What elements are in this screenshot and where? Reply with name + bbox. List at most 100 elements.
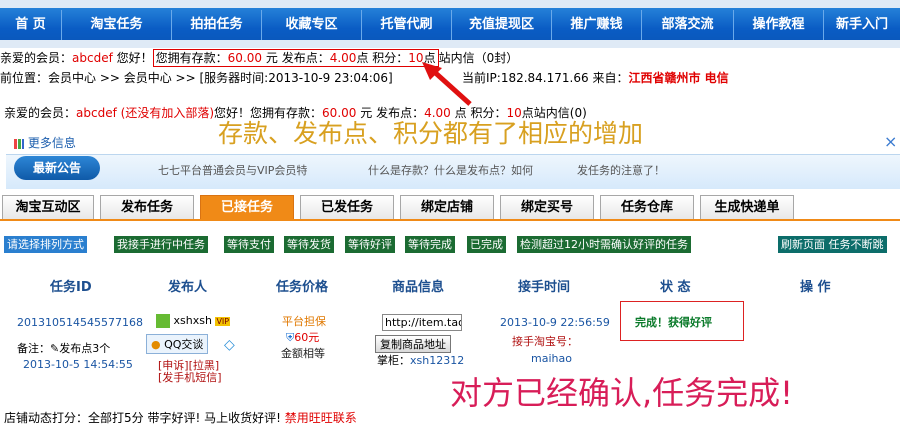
deposit-label: 您拥有存款： [155,51,228,65]
qq-icon: ● [151,338,161,351]
username[interactable]: abcdef [72,51,113,65]
task-time: 2013-10-5 14:54:55 [23,358,133,371]
header-product: 商品信息 [392,280,445,295]
tab-bind-buyer[interactable]: 绑定买号 [500,195,594,219]
nav-item-newbie[interactable]: 新手入门 [824,10,900,40]
nav-item-tribe[interactable]: 部落交流 [642,10,734,40]
deposit-unit: 元 [265,51,278,65]
nav-item-taobao-tasks[interactable]: 淘宝任务 [62,10,172,40]
annotation-bottom: 对方已经确认,任务完成! [450,374,794,412]
buyer-label: 接手淘宝号： [512,335,578,348]
member-prefix: 亲爱的会员： [0,51,73,65]
ip-info: 当前IP:182.84.171.66 来自：江西省赣州市 电信 [462,69,729,86]
nav-item-paipai-tasks[interactable]: 拍拍任务 [172,10,262,40]
top-navigation: 首 页 淘宝任务 拍拍任务 收藏专区 托管代刷 充值提现区 推广赚钱 部落交流 … [0,0,900,48]
shop-rating-note: 店铺动态打分：全部打5分 带字好评! 马上收货好评! 禁用旺旺联系 [4,409,357,426]
nav-item-recharge[interactable]: 充值提现区 [452,10,552,40]
sms-link[interactable]: [发手机短信] [158,369,222,385]
points-unit: 点 [356,51,369,65]
task-status: 完成！获得好评 [635,316,712,329]
close-icon[interactable]: × [884,132,897,151]
nav-item-hosting[interactable]: 托管代刷 [362,10,452,40]
publisher: xshxsh VIP [156,314,231,328]
price-value: 60元 [294,331,320,344]
note-label: 备注： [17,342,50,355]
header-accept-time: 接手时间 [518,280,571,295]
copy-url-button[interactable]: 复制商品地址 [375,335,451,353]
shield-icon: ⛨ [286,331,295,344]
refresh-button[interactable]: 刷新页面 任务不断跳 [778,236,887,253]
amount-note: 金额相等 [281,347,325,360]
task-note: 备注：✎发布点3个 [17,340,110,356]
header-status: 状 态 [660,280,691,295]
header-price: 任务价格 [276,280,329,295]
vip-badge: VIP [215,317,231,326]
header-actions: 操 作 [800,280,831,295]
header-task-id: 任务ID [50,280,92,295]
nav-items: 首 页 淘宝任务 拍拍任务 收藏专区 托管代刷 充值提现区 推广赚钱 部落交流 … [0,10,900,40]
breadcrumb: 前位置：会员中心 >> 会员中心 >> [服务器时间:2013-10-9 23:… [0,71,393,85]
notice-item-1[interactable]: 七七平台普通会员与VIP会员特 [158,162,307,178]
footer-text: 店铺动态打分：全部打5分 带字好评! 马上收货好评! [4,411,285,425]
tab-bind-shop[interactable]: 绑定店铺 [400,195,494,219]
red-arrow-icon [422,62,472,106]
nav-item-favorites[interactable]: 收藏专区 [262,10,362,40]
filter-overdue[interactable]: 检测超过12小时需确认好评的任务 [517,236,691,253]
pen-icon: ✎ [50,342,60,355]
more-info-link[interactable]: 更多信息 [14,134,76,151]
filter-in-progress[interactable]: 我接手进行中任务 [114,236,208,253]
points-value: 4.00 [329,51,357,65]
from-value: 江西省赣州市 电信 [628,71,729,85]
nav-item-tutorial[interactable]: 操作教程 [734,10,824,40]
shopkeeper-name[interactable]: xsh12312 [410,354,464,367]
member-prefix-2: 亲爱的会员： [4,106,77,120]
qq-label: QQ交谈 [164,338,204,351]
nav-item-home[interactable]: 首 页 [0,10,62,40]
tab-express-slip[interactable]: 生成快递单 [700,195,794,219]
from-label: 来自： [592,71,629,85]
score-label: 积分： [372,51,409,65]
filter-completed[interactable]: 已完成 [467,236,506,253]
tab-publish-task[interactable]: 发布任务 [100,195,194,219]
tab-accepted-tasks[interactable]: 已接任务 [200,195,294,219]
avatar-icon [156,314,170,328]
latest-notice-badge: 最新公告 [14,156,100,180]
nav-bottom-strip [0,40,900,48]
tab-task-warehouse[interactable]: 任务仓库 [600,195,694,219]
points-label: 发布点： [281,51,330,65]
nav-item-promote[interactable]: 推广赚钱 [552,10,642,40]
qq-chat-button[interactable]: ● QQ交谈 [146,334,209,354]
sort-selector[interactable]: 请选择排列方式 [4,236,87,253]
shopkeeper-label: 掌柜： [377,354,410,367]
price: ⛨60元 [286,329,319,345]
footer-warning: 禁用旺旺联系 [284,411,357,425]
tribe-status: (还没有加入部落) [120,106,215,120]
nav-top-strip [0,0,900,8]
header-publisher: 发布人 [168,280,208,295]
buyer-account: maihao [531,352,572,365]
guarantee-label: 平台担保 [282,315,326,328]
ip-label: 当前IP:182.84.171.66 [462,71,589,85]
product-url-input[interactable]: http://item.taol [382,314,462,331]
username-2[interactable]: abcdef [76,106,117,120]
tab-underline [0,219,900,221]
note-value: 发布点3个 [59,342,111,355]
task-id[interactable]: 201310514545577168 [17,316,143,329]
tab-taobao-interaction[interactable]: 淘宝互动区 [2,195,94,219]
balance-box: 您拥有存款：60.00 元 发布点：4.00点 积分：10点 [152,49,439,67]
table-header [0,262,900,306]
notice-item-3[interactable]: 发任务的注意了！ [577,162,665,178]
tab-published-tasks[interactable]: 已发任务 [300,195,394,219]
filter-await-review[interactable]: 等待好评 [345,236,395,253]
more-info-label: 更多信息 [27,136,76,150]
notice-item-2[interactable]: 什么是存款？什么是发布点？如何 [368,162,533,178]
annotation-top: 存款、发布点、积分都有了相应的增加 [218,119,644,148]
publisher-name[interactable]: xshxsh [174,314,212,327]
filter-await-pay[interactable]: 等待支付 [224,236,274,253]
filter-await-complete[interactable]: 等待完成 [405,236,455,253]
diamond-icon: ◇ [224,337,235,353]
shopkeeper: 掌柜：xsh12312 [377,352,464,368]
accept-time: 2013-10-9 22:56:59 [500,316,610,329]
deposit-value: 60.00 [227,51,263,65]
filter-await-ship[interactable]: 等待发货 [284,236,334,253]
